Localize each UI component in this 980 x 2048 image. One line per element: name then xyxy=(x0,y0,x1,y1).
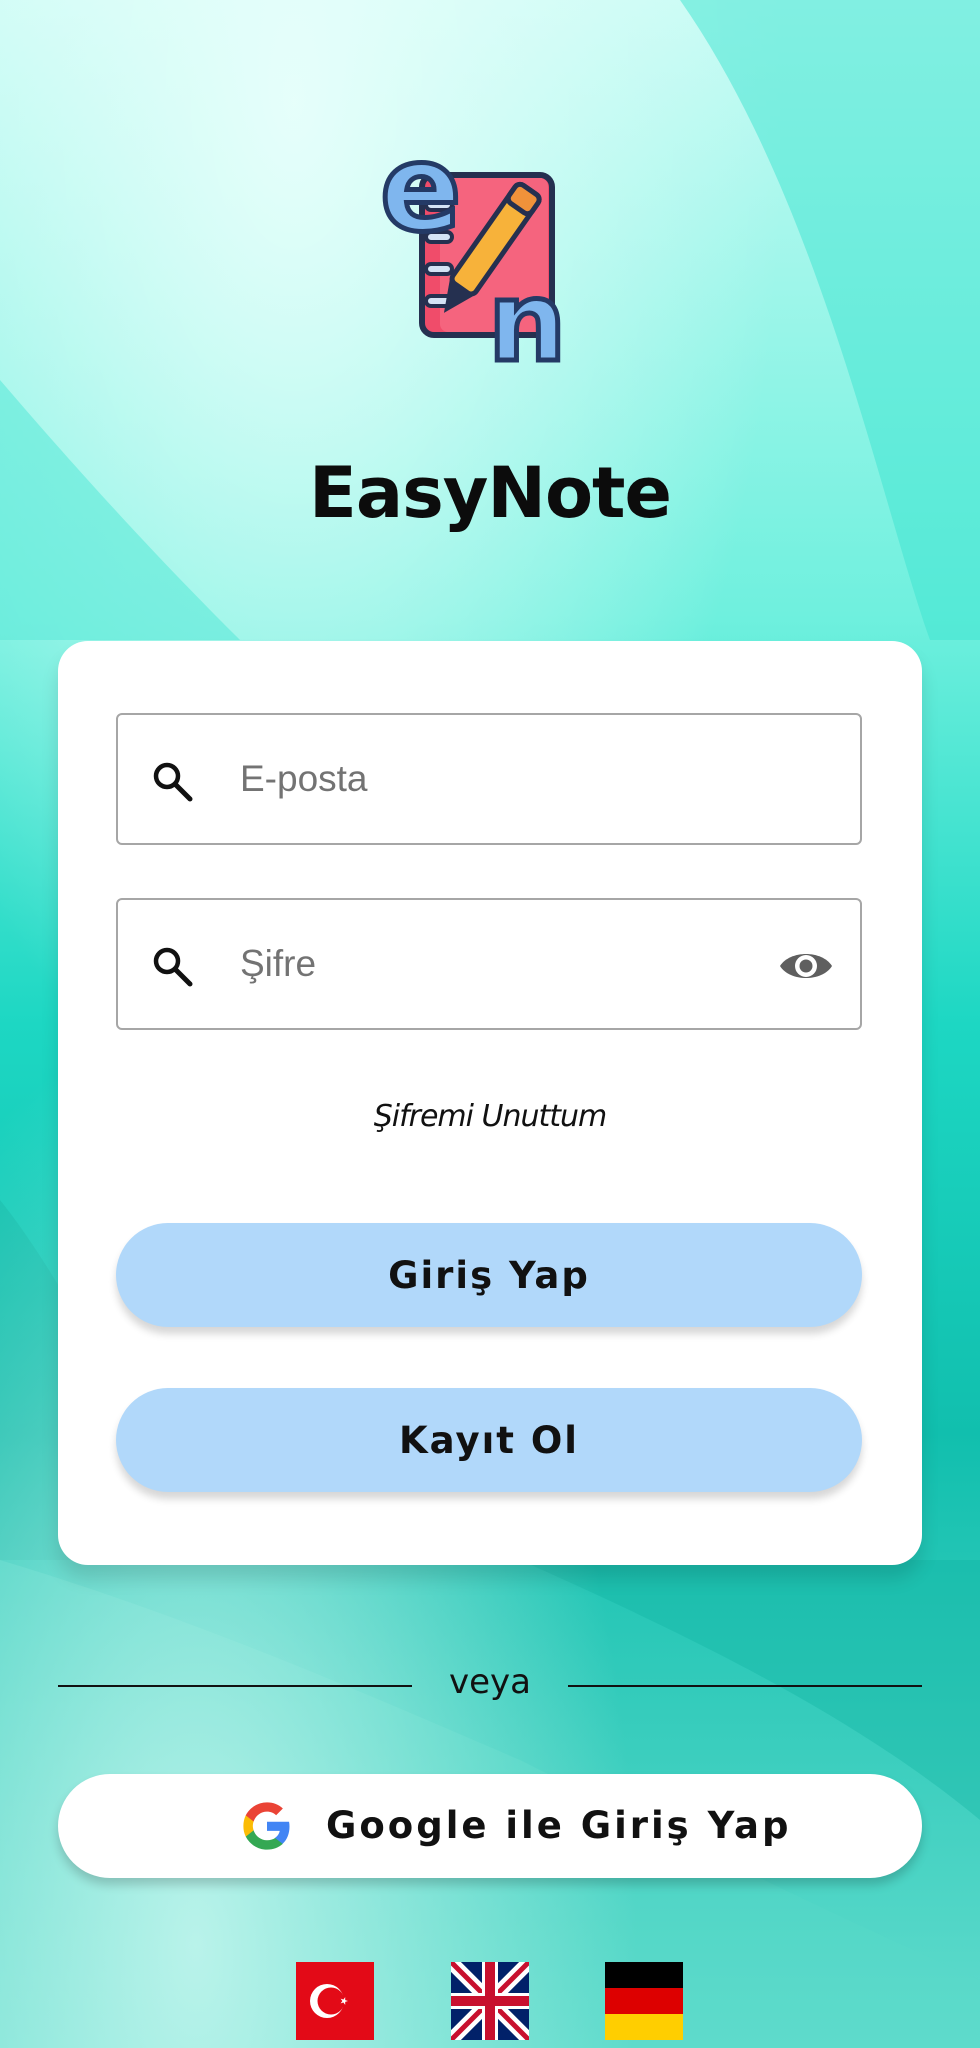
google-signin-button[interactable]: Google ile Giriş Yap xyxy=(58,1774,922,1878)
easynote-logo: e n xyxy=(380,120,569,389)
login-card: Şifremi Unuttum Giriş Yap Kayıt Ol xyxy=(58,641,922,1565)
app-title: EasyNote xyxy=(309,452,672,534)
uk-flag-icon[interactable] xyxy=(451,1962,529,2040)
german-flag-icon[interactable] xyxy=(605,1962,683,2040)
email-field[interactable] xyxy=(116,713,862,845)
divider-text: veya xyxy=(449,1662,531,1702)
eye-icon[interactable] xyxy=(778,944,834,988)
google-signin-label: Google ile Giriş Yap xyxy=(326,1804,792,1847)
password-field[interactable] xyxy=(116,898,862,1030)
forgot-password-link[interactable]: Şifremi Unuttum xyxy=(58,1099,922,1134)
password-input[interactable] xyxy=(240,928,740,1000)
google-icon xyxy=(243,1802,290,1850)
search-icon xyxy=(153,947,193,987)
register-button[interactable]: Kayıt Ol xyxy=(116,1388,862,1492)
svg-text:e: e xyxy=(380,120,461,259)
login-button[interactable]: Giriş Yap xyxy=(116,1223,862,1327)
svg-text:n: n xyxy=(488,258,566,386)
email-input[interactable] xyxy=(240,743,740,815)
search-icon xyxy=(153,762,193,802)
divider-line-left xyxy=(58,1685,412,1687)
turkish-flag-icon[interactable] xyxy=(296,1962,374,2040)
divider-line-right xyxy=(568,1685,922,1687)
